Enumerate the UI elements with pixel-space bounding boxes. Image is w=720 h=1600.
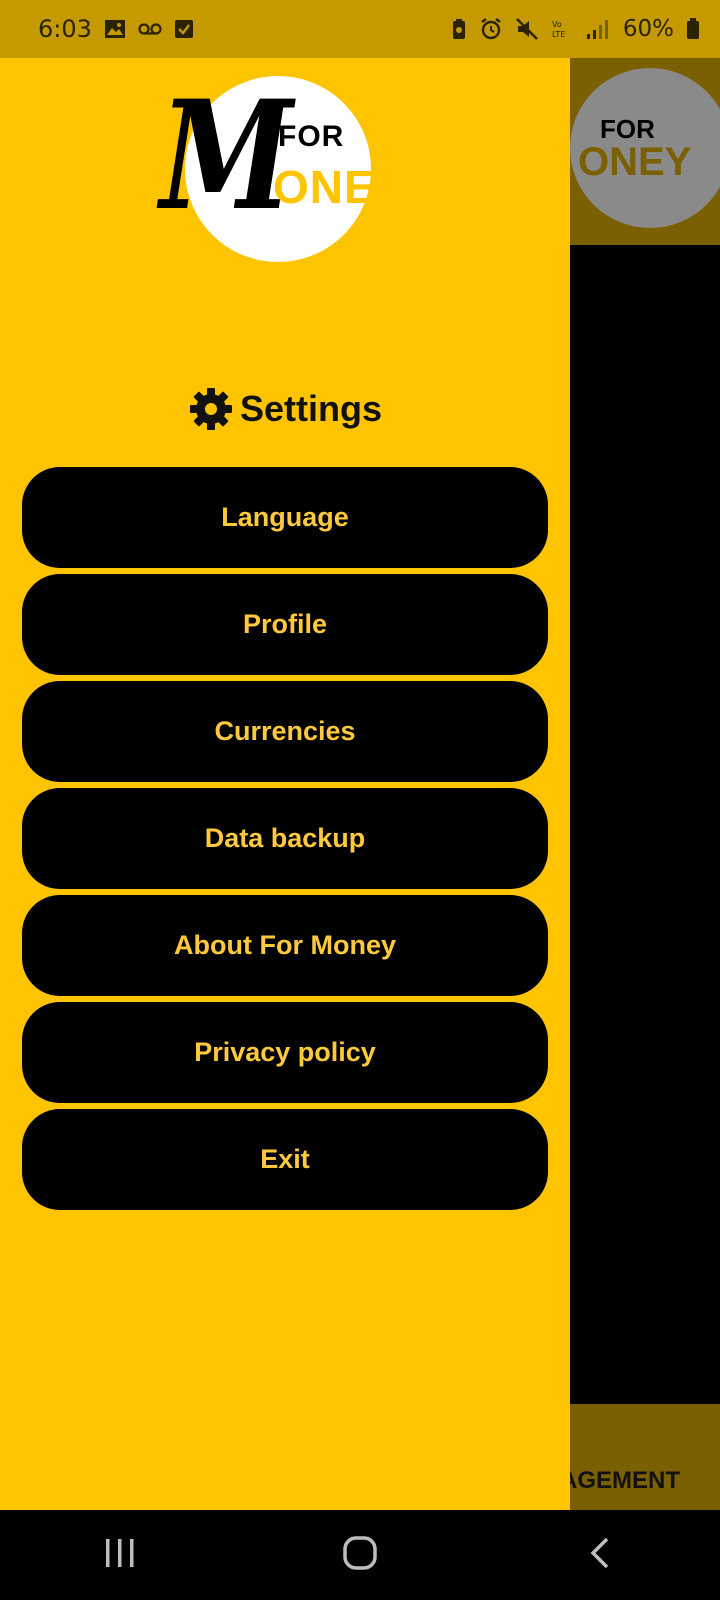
background-bottom-label: AGEMENT [560,1467,680,1494]
logo-word-for: FOR [278,120,345,153]
home-button[interactable] [320,1525,400,1585]
gear-icon [188,386,234,432]
volte-icon: Vo LTE [551,18,573,40]
background-logo-oney: ONEY [578,140,692,184]
exit-button[interactable]: Exit [22,1109,548,1210]
voicemail-icon [138,22,162,36]
about-button[interactable]: About For Money [22,895,548,996]
recent-apps-icon [103,1537,137,1574]
mute-icon [515,17,539,41]
currencies-button[interactable]: Currencies [22,681,548,782]
image-icon [104,19,126,39]
profile-button[interactable]: Profile [22,574,548,675]
recent-apps-button[interactable] [80,1525,160,1585]
battery-saver-icon [451,18,467,40]
data-backup-button[interactable]: Data backup [22,788,548,889]
settings-menu: Language Profile Currencies Data backup … [22,467,548,1216]
status-bar-right: Vo LTE 60% [451,16,700,42]
navigation-drawer: M FOR ONEY Settings Language Profile Cur… [0,58,570,1510]
status-bar: 6:03 Vo LTE 60% [0,0,720,58]
checkbox-icon [174,19,194,39]
settings-heading: Settings [0,386,570,432]
language-button[interactable]: Language [22,467,548,568]
logo-word-oney: ONEY [273,161,408,213]
status-bar-left: 6:03 [38,15,194,43]
settings-title: Settings [239,388,382,429]
alarm-icon [479,17,503,41]
background-logo: FOR ONEY [570,68,720,228]
app-logo: M FOR ONEY [160,68,420,266]
system-navigation-bar [0,1510,720,1600]
back-icon [588,1536,612,1575]
home-icon [342,1535,378,1576]
svg-text:Vo: Vo [552,20,562,29]
svg-text:LTE: LTE [552,30,565,39]
privacy-policy-button[interactable]: Privacy policy [22,1002,548,1103]
logo-letter-m: M [160,68,293,244]
status-time: 6:03 [38,15,92,43]
battery-icon [686,18,700,40]
battery-percent: 60% [622,16,674,42]
signal-icon [585,18,611,40]
back-button[interactable] [560,1525,640,1585]
